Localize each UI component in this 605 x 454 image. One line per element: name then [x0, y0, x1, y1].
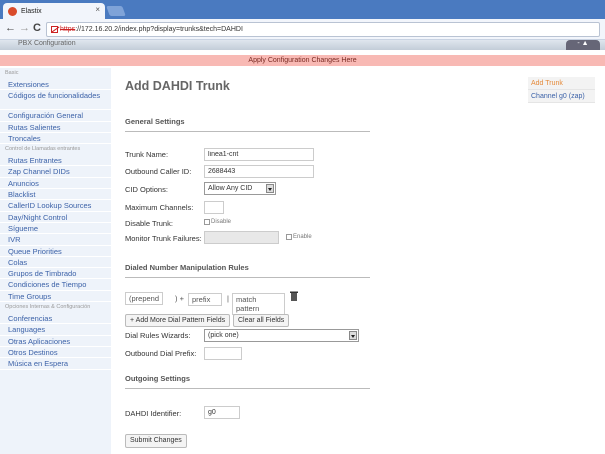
right-item-channel-g0[interactable]: Channel g0 (zap): [528, 90, 595, 103]
checkbox-icon: [204, 219, 210, 225]
match-separator: |: [227, 294, 229, 303]
clear-all-fields-button[interactable]: Clear all Fields: [233, 314, 290, 327]
sidebar-item-rutas-salientes[interactable]: Rutas Salientes: [0, 122, 111, 133]
enable-text: Enable: [293, 234, 312, 240]
tab-title: Elastix: [21, 7, 42, 15]
outgoing-settings-heading: Outgoing Settings: [125, 374, 370, 389]
general-settings-heading: General Settings: [125, 117, 370, 132]
sidebar-section-inbound: Control de Llamadas entrantes: [5, 146, 81, 153]
browser-tab[interactable]: Elastix ×: [3, 3, 105, 19]
sidebar-item-day-night[interactable]: Day/Night Control: [0, 212, 111, 223]
outbound-cid-label: Outbound Caller ID:: [125, 167, 192, 176]
broken-lock-icon: [51, 26, 58, 33]
forward-arrow-icon[interactable]: →: [19, 22, 30, 34]
trunk-name-label: Trunk Name:: [125, 150, 169, 159]
sidebar-item-troncales[interactable]: Troncales: [0, 133, 111, 145]
tab-close-icon[interactable]: ×: [95, 5, 100, 14]
module-tab-strip: PBX Configuration - ▲: [0, 40, 605, 50]
submit-changes-button[interactable]: Submit Changes: [125, 434, 187, 448]
add-more-dial-pattern-button[interactable]: + Add More Dial Pattern Fields: [125, 314, 231, 327]
sidebar-item-queue-priorities[interactable]: Queue Priorities: [0, 246, 111, 257]
monitor-failures-checkbox[interactable]: Enable: [286, 234, 312, 240]
apply-changes-bar[interactable]: Apply Configuration Changes Here: [0, 55, 605, 66]
browser-toolbar: ← → C https ://172.16.20.2/index.php?dis…: [0, 19, 605, 40]
address-bar[interactable]: https ://172.16.20.2/index.php?display=t…: [46, 22, 600, 37]
page-title: Add DAHDI Trunk: [125, 79, 230, 93]
sidebar-item-languages[interactable]: Languages: [0, 324, 111, 336]
cid-options-label: CID Options:: [125, 185, 168, 194]
prefix-separator: ) +: [175, 294, 184, 303]
max-channels-input[interactable]: [204, 201, 224, 214]
elastix-favicon-icon: [8, 6, 17, 16]
dial-wizards-value: (pick one): [208, 332, 239, 339]
tab-strip-right-button[interactable]: - ▲: [566, 40, 600, 50]
prepend-field[interactable]: (prepend: [125, 292, 164, 305]
sidebar: Basic Extensiones Códigos de funcionalid…: [0, 68, 111, 454]
sidebar-item-musica-espera[interactable]: Música en Espera: [0, 358, 111, 370]
match-pattern-input[interactable]: match pattern: [232, 293, 285, 315]
sidebar-item-colas[interactable]: Colas: [0, 257, 111, 269]
pbx-config-tab[interactable]: PBX Configuration: [18, 40, 76, 47]
dial-rules-heading: Dialed Number Manipulation Rules: [125, 263, 370, 278]
checkbox-icon: [286, 234, 292, 240]
monitor-failures-label: Monitor Trunk Failures:: [125, 234, 202, 243]
sidebar-item-otros-destinos[interactable]: Otros Destinos: [0, 347, 111, 359]
back-arrow-icon[interactable]: ←: [5, 22, 16, 34]
sidebar-item-callerid-lookup[interactable]: CallerID Lookup Sources: [0, 200, 111, 212]
sidebar-item-codigos[interactable]: Códigos de funcionalidades: [0, 90, 111, 111]
sidebar-section-internal: Opciones Internas & Configuración: [5, 304, 91, 311]
url-scheme: https: [60, 26, 76, 33]
sidebar-item-blacklist[interactable]: Blacklist: [0, 189, 111, 201]
prefix-input[interactable]: prefix: [188, 293, 222, 306]
sidebar-item-config-general[interactable]: Configuración General: [0, 110, 111, 122]
sidebar-item-ivr[interactable]: IVR: [0, 234, 111, 246]
dial-wizards-label: Dial Rules Wizards:: [125, 331, 191, 340]
sidebar-item-grupos-timbrado[interactable]: Grupos de Timbrado: [0, 268, 111, 280]
dahdi-id-input[interactable]: [204, 406, 240, 419]
outbound-prefix-label: Outbound Dial Prefix:: [125, 349, 197, 358]
sidebar-item-extensiones[interactable]: Extensiones: [0, 79, 111, 91]
trash-icon[interactable]: [290, 291, 298, 302]
dial-wizards-select[interactable]: (pick one): [204, 329, 359, 342]
new-tab-button[interactable]: [106, 6, 126, 16]
sidebar-item-condiciones-tiempo[interactable]: Condiciones de Tiempo: [0, 279, 111, 291]
sidebar-item-time-groups[interactable]: Time Groups: [0, 291, 111, 303]
max-channels-label: Maximum Channels:: [125, 203, 194, 212]
prepend-input[interactable]: (prepend: [125, 292, 164, 305]
sidebar-item-anuncios[interactable]: Anuncios: [0, 178, 111, 190]
cid-options-value: Allow Any CID: [208, 185, 253, 192]
sidebar-item-zap-dids[interactable]: Zap Channel DIDs: [0, 166, 111, 178]
outbound-prefix-input[interactable]: [204, 347, 242, 360]
sidebar-item-sigueme[interactable]: Sígueme: [0, 223, 111, 235]
sidebar-section-basic: Basic: [5, 70, 19, 76]
reload-icon[interactable]: C: [33, 22, 41, 34]
dropdown-arrow-icon: [266, 184, 274, 193]
url-text: ://172.16.20.2/index.php?display=trunks&…: [75, 26, 243, 33]
cid-options-select[interactable]: Allow Any CID: [204, 182, 276, 195]
right-item-add-trunk[interactable]: Add Trunk: [528, 77, 595, 90]
right-panel: Add Trunk Channel g0 (zap): [528, 77, 595, 103]
sidebar-item-conferencias[interactable]: Conferencias: [0, 313, 111, 325]
monitor-failures-input[interactable]: [204, 231, 279, 244]
dropdown-arrow-icon: [349, 331, 357, 340]
sidebar-item-rutas-entrantes[interactable]: Rutas Entrantes: [0, 155, 111, 167]
disable-trunk-label: Disable Trunk:: [125, 219, 173, 228]
outbound-cid-input[interactable]: [204, 165, 314, 178]
browser-tabbar: Elastix ×: [0, 0, 605, 19]
disable-trunk-checkbox[interactable]: Disable: [204, 219, 231, 225]
dahdi-id-label: DAHDI Identifier:: [125, 409, 182, 418]
trunk-name-input[interactable]: [204, 148, 314, 161]
sidebar-item-otras-aplicaciones[interactable]: Otras Aplicaciones: [0, 336, 111, 347]
disable-text: Disable: [211, 219, 232, 225]
